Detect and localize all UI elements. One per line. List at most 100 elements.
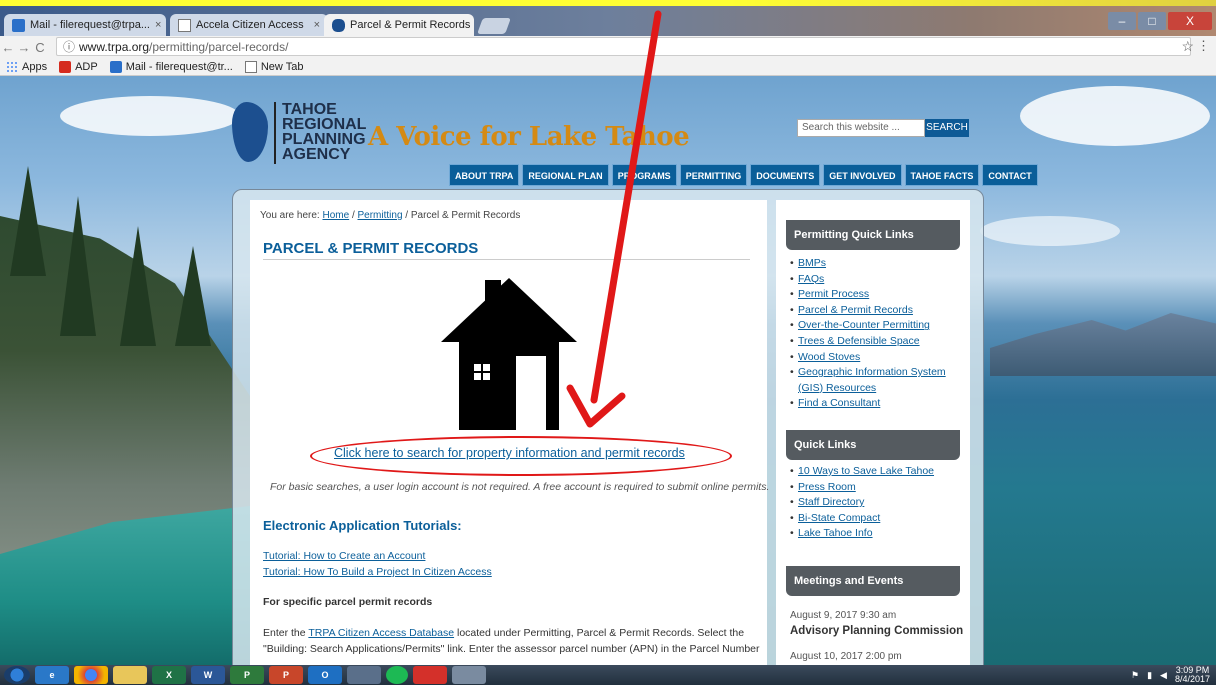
instructions-paragraph: Enter the TRPA Citizen Access Database l… <box>263 625 763 657</box>
nav-tahoe-facts[interactable]: TAHOE FACTS <box>904 164 980 186</box>
clock[interactable]: 3:09 PM 8/4/2017 <box>1175 666 1210 684</box>
trpa-logo[interactable]: TAHOE REGIONAL PLANNING AGENCY <box>232 102 366 164</box>
citizen-access-link[interactable]: TRPA Citizen Access Database <box>308 627 454 639</box>
skype-icon[interactable] <box>347 666 381 684</box>
network-icon[interactable]: ▮ <box>1147 670 1152 681</box>
nav-documents[interactable]: DOCUMENTS <box>750 164 821 186</box>
link-text[interactable]: Find a Consultant <box>798 397 880 409</box>
maximize-button[interactable]: □ <box>1138 12 1166 30</box>
tab-mail[interactable]: Mail - filerequest@trpa... × <box>4 14 166 36</box>
site-search-input[interactable]: Search this website ... <box>797 119 925 137</box>
excel-icon[interactable]: X <box>152 666 186 684</box>
nav-programs[interactable]: PROGRAMS <box>611 164 677 186</box>
internet-explorer-icon[interactable]: e <box>35 666 69 684</box>
bookmark-new-tab[interactable]: New Tab <box>244 60 303 73</box>
breadcrumb-home[interactable]: Home <box>322 210 349 221</box>
powerpoint-icon[interactable]: P <box>269 666 303 684</box>
sidebar-link[interactable]: Over-the-Counter Permitting <box>790 318 962 334</box>
nav-about-trpa[interactable]: ABOUT TRPA <box>449 164 520 186</box>
link-text[interactable]: Over-the-Counter Permitting <box>798 319 930 331</box>
link-text[interactable]: 10 Ways to Save Lake Tahoe <box>798 465 934 477</box>
background-cloud <box>1020 86 1210 146</box>
event-date: August 9, 2017 9:30 am <box>790 610 897 621</box>
acrobat-icon[interactable] <box>413 666 447 684</box>
logo-line: REGIONAL <box>282 116 367 133</box>
logo-divider <box>274 102 276 164</box>
breadcrumb-permitting[interactable]: Permitting <box>358 210 403 221</box>
link-text[interactable]: Geographic Information System (GIS) Reso… <box>798 366 946 394</box>
tab-parcel-permit[interactable]: Parcel & Permit Records × <box>324 14 474 36</box>
new-tab-button[interactable] <box>477 18 511 34</box>
site-search: Search this website ... SEARCH <box>797 119 969 137</box>
file-explorer-icon[interactable] <box>113 666 147 684</box>
sidebar-link[interactable]: Trees & Defensible Space <box>790 334 962 350</box>
sidebar-link[interactable]: Staff Directory <box>790 495 962 511</box>
close-icon[interactable]: × <box>314 19 320 31</box>
spotify-icon[interactable] <box>386 666 408 684</box>
page-icon <box>244 60 257 73</box>
outlook-icon[interactable]: O <box>308 666 342 684</box>
link-text[interactable]: Permit Process <box>798 288 869 300</box>
sidebar-link[interactable]: BMPs <box>790 256 962 272</box>
close-icon[interactable]: × <box>155 19 161 31</box>
forward-icon[interactable]: → <box>16 40 32 55</box>
paint-icon[interactable] <box>452 666 486 684</box>
nav-permitting[interactable]: PERMITTING <box>679 164 748 186</box>
tab-accela[interactable]: Accela Citizen Access × <box>170 14 328 36</box>
sidebar-link[interactable]: Bi-State Compact <box>790 511 962 527</box>
bookmark-mail[interactable]: Mail - filerequest@tr... <box>109 60 233 73</box>
link-text[interactable]: Press Room <box>798 481 856 493</box>
link-text[interactable]: FAQs <box>798 273 824 285</box>
trpa-icon <box>332 18 345 32</box>
reload-icon[interactable]: C <box>32 40 48 55</box>
bookmark-apps[interactable]: Apps <box>6 60 47 73</box>
sidebar-link[interactable]: Geographic Information System (GIS) Reso… <box>790 365 962 396</box>
volume-icon[interactable]: ◀ <box>1160 670 1167 681</box>
word-icon[interactable]: W <box>191 666 225 684</box>
background-cloud <box>980 216 1120 246</box>
nav-regional-plan[interactable]: REGIONAL PLAN <box>522 164 609 186</box>
clock-date: 8/4/2017 <box>1174 674 1210 684</box>
sidebar-link[interactable]: Find a Consultant <box>790 396 962 412</box>
link-text[interactable]: Lake Tahoe Info <box>798 527 873 539</box>
sidebar-link[interactable]: Permit Process <box>790 287 962 303</box>
background-tree <box>120 226 156 346</box>
tutorial-build-project-link[interactable]: Tutorial: How To Build a Project In Citi… <box>263 566 492 578</box>
menu-icon[interactable]: ⋮ <box>1197 38 1210 54</box>
back-icon[interactable]: ← <box>0 40 16 55</box>
sidebar-link[interactable]: Wood Stoves <box>790 350 962 366</box>
link-text[interactable]: Parcel & Permit Records <box>798 304 913 316</box>
background-tree <box>175 246 211 346</box>
link-text[interactable]: Bi-State Compact <box>798 512 880 524</box>
sidebar-link[interactable]: Parcel & Permit Records <box>790 303 962 319</box>
breadcrumb-sep: / <box>351 210 355 221</box>
bookmark-star-icon[interactable]: ☆ <box>1181 38 1194 55</box>
sidebar-link[interactable]: Lake Tahoe Info <box>790 526 962 542</box>
link-text[interactable]: Wood Stoves <box>798 351 860 363</box>
minimize-button[interactable]: – <box>1108 12 1136 30</box>
permitting-quick-links-heading: Permitting Quick Links <box>786 220 960 250</box>
nav-contact[interactable]: CONTACT <box>982 164 1038 186</box>
sidebar-link[interactable]: FAQs <box>790 272 962 288</box>
system-tray: ⚑ ▮ ◀ 3:09 PM 8/4/2017 <box>1131 666 1210 684</box>
url-input[interactable]: ⓘ www.trpa.org/permitting/parcel-records… <box>56 37 1191 56</box>
start-icon[interactable] <box>4 666 30 684</box>
nav-get-involved[interactable]: GET INVOLVED <box>823 164 902 186</box>
sidebar-link[interactable]: Press Room <box>790 480 962 496</box>
main-nav: ABOUT TRPA REGIONAL PLAN PROGRAMS PERMIT… <box>449 164 1038 186</box>
flag-icon[interactable]: ⚑ <box>1131 670 1139 681</box>
event-title[interactable]: Advisory Planning Commission <box>790 625 963 637</box>
quick-links-heading: Quick Links <box>786 430 960 460</box>
sidebar-link[interactable]: 10 Ways to Save Lake Tahoe <box>790 464 962 480</box>
background-tree <box>10 166 46 276</box>
site-search-button[interactable]: SEARCH <box>925 119 969 137</box>
tutorial-create-account-link[interactable]: Tutorial: How to Create an Account <box>263 550 425 562</box>
link-text[interactable]: BMPs <box>798 257 826 269</box>
close-window-button[interactable]: X <box>1168 12 1212 30</box>
link-text[interactable]: Trees & Defensible Space <box>798 335 920 347</box>
chrome-icon[interactable] <box>74 666 108 684</box>
event-date: August 10, 2017 2:00 pm <box>790 651 902 662</box>
project-icon[interactable]: P <box>230 666 264 684</box>
link-text[interactable]: Staff Directory <box>798 496 864 508</box>
bookmark-adp[interactable]: ADP <box>59 60 98 73</box>
